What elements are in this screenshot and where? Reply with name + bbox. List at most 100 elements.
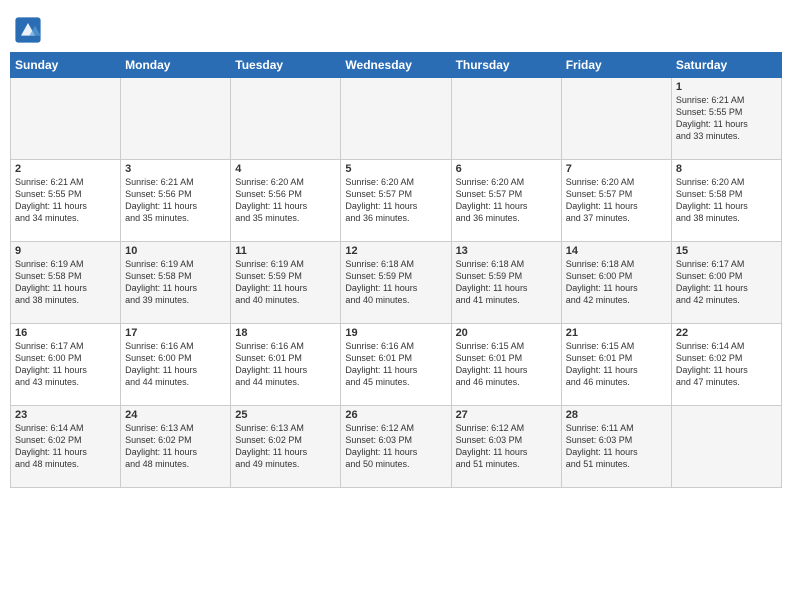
weekday-header: Friday — [561, 53, 671, 78]
day-number: 11 — [235, 245, 336, 257]
day-number: 4 — [235, 163, 336, 175]
calendar-cell: 15Sunrise: 6:17 AM Sunset: 6:00 PM Dayli… — [671, 242, 781, 324]
calendar-cell — [451, 78, 561, 160]
day-info: Sunrise: 6:17 AM Sunset: 6:00 PM Dayligh… — [15, 340, 116, 389]
day-info: Sunrise: 6:19 AM Sunset: 5:58 PM Dayligh… — [15, 258, 116, 307]
weekday-header: Saturday — [671, 53, 781, 78]
day-info: Sunrise: 6:12 AM Sunset: 6:03 PM Dayligh… — [456, 422, 557, 471]
calendar-cell: 13Sunrise: 6:18 AM Sunset: 5:59 PM Dayli… — [451, 242, 561, 324]
day-info: Sunrise: 6:11 AM Sunset: 6:03 PM Dayligh… — [566, 422, 667, 471]
calendar-cell — [561, 78, 671, 160]
day-number: 10 — [125, 245, 226, 257]
day-number: 1 — [676, 81, 777, 93]
calendar-cell: 5Sunrise: 6:20 AM Sunset: 5:57 PM Daylig… — [341, 160, 451, 242]
day-number: 12 — [345, 245, 446, 257]
calendar-cell: 7Sunrise: 6:20 AM Sunset: 5:57 PM Daylig… — [561, 160, 671, 242]
day-info: Sunrise: 6:13 AM Sunset: 6:02 PM Dayligh… — [125, 422, 226, 471]
calendar-week-row: 2Sunrise: 6:21 AM Sunset: 5:55 PM Daylig… — [11, 160, 782, 242]
calendar-cell: 16Sunrise: 6:17 AM Sunset: 6:00 PM Dayli… — [11, 324, 121, 406]
calendar-cell — [671, 406, 781, 488]
calendar-cell: 17Sunrise: 6:16 AM Sunset: 6:00 PM Dayli… — [121, 324, 231, 406]
calendar-week-row: 9Sunrise: 6:19 AM Sunset: 5:58 PM Daylig… — [11, 242, 782, 324]
day-info: Sunrise: 6:12 AM Sunset: 6:03 PM Dayligh… — [345, 422, 446, 471]
day-info: Sunrise: 6:16 AM Sunset: 6:01 PM Dayligh… — [345, 340, 446, 389]
day-info: Sunrise: 6:21 AM Sunset: 5:55 PM Dayligh… — [676, 94, 777, 143]
day-number: 20 — [456, 327, 557, 339]
day-number: 21 — [566, 327, 667, 339]
logo-icon — [14, 16, 42, 44]
calendar-cell: 28Sunrise: 6:11 AM Sunset: 6:03 PM Dayli… — [561, 406, 671, 488]
day-info: Sunrise: 6:16 AM Sunset: 6:01 PM Dayligh… — [235, 340, 336, 389]
day-number: 26 — [345, 409, 446, 421]
day-info: Sunrise: 6:20 AM Sunset: 5:57 PM Dayligh… — [345, 176, 446, 225]
calendar-cell: 1Sunrise: 6:21 AM Sunset: 5:55 PM Daylig… — [671, 78, 781, 160]
day-info: Sunrise: 6:13 AM Sunset: 6:02 PM Dayligh… — [235, 422, 336, 471]
day-info: Sunrise: 6:14 AM Sunset: 6:02 PM Dayligh… — [15, 422, 116, 471]
calendar-cell: 27Sunrise: 6:12 AM Sunset: 6:03 PM Dayli… — [451, 406, 561, 488]
day-info: Sunrise: 6:19 AM Sunset: 5:59 PM Dayligh… — [235, 258, 336, 307]
day-number: 19 — [345, 327, 446, 339]
calendar-cell: 8Sunrise: 6:20 AM Sunset: 5:58 PM Daylig… — [671, 160, 781, 242]
calendar-cell: 14Sunrise: 6:18 AM Sunset: 6:00 PM Dayli… — [561, 242, 671, 324]
calendar-cell — [341, 78, 451, 160]
calendar-week-row: 16Sunrise: 6:17 AM Sunset: 6:00 PM Dayli… — [11, 324, 782, 406]
day-info: Sunrise: 6:20 AM Sunset: 5:57 PM Dayligh… — [566, 176, 667, 225]
day-info: Sunrise: 6:20 AM Sunset: 5:57 PM Dayligh… — [456, 176, 557, 225]
day-number: 8 — [676, 163, 777, 175]
day-number: 9 — [15, 245, 116, 257]
calendar-cell: 26Sunrise: 6:12 AM Sunset: 6:03 PM Dayli… — [341, 406, 451, 488]
calendar-cell: 23Sunrise: 6:14 AM Sunset: 6:02 PM Dayli… — [11, 406, 121, 488]
day-number: 14 — [566, 245, 667, 257]
calendar-cell — [11, 78, 121, 160]
day-info: Sunrise: 6:20 AM Sunset: 5:58 PM Dayligh… — [676, 176, 777, 225]
calendar-cell: 10Sunrise: 6:19 AM Sunset: 5:58 PM Dayli… — [121, 242, 231, 324]
calendar-cell: 19Sunrise: 6:16 AM Sunset: 6:01 PM Dayli… — [341, 324, 451, 406]
day-info: Sunrise: 6:21 AM Sunset: 5:56 PM Dayligh… — [125, 176, 226, 225]
day-number: 24 — [125, 409, 226, 421]
calendar-cell — [121, 78, 231, 160]
calendar-cell: 11Sunrise: 6:19 AM Sunset: 5:59 PM Dayli… — [231, 242, 341, 324]
day-info: Sunrise: 6:20 AM Sunset: 5:56 PM Dayligh… — [235, 176, 336, 225]
weekday-header: Thursday — [451, 53, 561, 78]
calendar-cell: 3Sunrise: 6:21 AM Sunset: 5:56 PM Daylig… — [121, 160, 231, 242]
calendar-cell: 25Sunrise: 6:13 AM Sunset: 6:02 PM Dayli… — [231, 406, 341, 488]
weekday-header: Sunday — [11, 53, 121, 78]
calendar-cell: 9Sunrise: 6:19 AM Sunset: 5:58 PM Daylig… — [11, 242, 121, 324]
calendar-cell: 18Sunrise: 6:16 AM Sunset: 6:01 PM Dayli… — [231, 324, 341, 406]
day-info: Sunrise: 6:18 AM Sunset: 5:59 PM Dayligh… — [345, 258, 446, 307]
day-number: 13 — [456, 245, 557, 257]
day-number: 3 — [125, 163, 226, 175]
weekday-header: Monday — [121, 53, 231, 78]
day-info: Sunrise: 6:18 AM Sunset: 5:59 PM Dayligh… — [456, 258, 557, 307]
calendar-cell: 22Sunrise: 6:14 AM Sunset: 6:02 PM Dayli… — [671, 324, 781, 406]
day-info: Sunrise: 6:14 AM Sunset: 6:02 PM Dayligh… — [676, 340, 777, 389]
day-info: Sunrise: 6:15 AM Sunset: 6:01 PM Dayligh… — [456, 340, 557, 389]
day-number: 6 — [456, 163, 557, 175]
day-number: 7 — [566, 163, 667, 175]
weekday-header: Wednesday — [341, 53, 451, 78]
weekday-header: Tuesday — [231, 53, 341, 78]
day-number: 25 — [235, 409, 336, 421]
logo — [14, 16, 44, 44]
day-number: 23 — [15, 409, 116, 421]
day-number: 28 — [566, 409, 667, 421]
day-info: Sunrise: 6:19 AM Sunset: 5:58 PM Dayligh… — [125, 258, 226, 307]
day-number: 17 — [125, 327, 226, 339]
day-info: Sunrise: 6:17 AM Sunset: 6:00 PM Dayligh… — [676, 258, 777, 307]
calendar-cell: 20Sunrise: 6:15 AM Sunset: 6:01 PM Dayli… — [451, 324, 561, 406]
calendar-cell: 24Sunrise: 6:13 AM Sunset: 6:02 PM Dayli… — [121, 406, 231, 488]
weekday-header-row: SundayMondayTuesdayWednesdayThursdayFrid… — [11, 53, 782, 78]
page-header — [10, 10, 782, 44]
calendar-cell: 2Sunrise: 6:21 AM Sunset: 5:55 PM Daylig… — [11, 160, 121, 242]
day-info: Sunrise: 6:18 AM Sunset: 6:00 PM Dayligh… — [566, 258, 667, 307]
calendar-cell — [231, 78, 341, 160]
calendar-week-row: 1Sunrise: 6:21 AM Sunset: 5:55 PM Daylig… — [11, 78, 782, 160]
day-number: 18 — [235, 327, 336, 339]
calendar-cell: 4Sunrise: 6:20 AM Sunset: 5:56 PM Daylig… — [231, 160, 341, 242]
calendar-cell: 12Sunrise: 6:18 AM Sunset: 5:59 PM Dayli… — [341, 242, 451, 324]
day-number: 2 — [15, 163, 116, 175]
day-info: Sunrise: 6:21 AM Sunset: 5:55 PM Dayligh… — [15, 176, 116, 225]
day-number: 27 — [456, 409, 557, 421]
calendar-table: SundayMondayTuesdayWednesdayThursdayFrid… — [10, 52, 782, 488]
calendar-cell: 21Sunrise: 6:15 AM Sunset: 6:01 PM Dayli… — [561, 324, 671, 406]
